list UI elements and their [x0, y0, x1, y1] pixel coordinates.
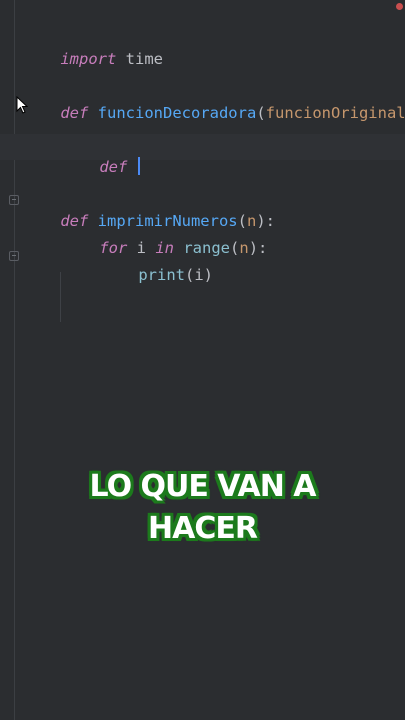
keyword-def: def	[99, 158, 128, 176]
video-caption: LO QUE VAN A HACER	[0, 466, 405, 550]
parameter-name: funcionOriginal	[265, 104, 405, 122]
error-indicator-icon[interactable]	[396, 3, 403, 10]
module-name: time	[116, 50, 163, 68]
gutter-divider	[14, 0, 15, 720]
code-editor[interactable]: import time def funcionDecoradora(funcio…	[0, 0, 405, 720]
keyword-import: import	[60, 50, 117, 68]
paren-open: (	[256, 104, 266, 122]
function-name: funcionDecoradora	[88, 104, 257, 122]
mouse-pointer-icon	[16, 96, 28, 114]
text-caret	[137, 157, 140, 175]
indent-guide	[60, 272, 61, 322]
builtin-print: print	[138, 266, 185, 284]
typing-space	[127, 158, 136, 176]
caption-line-2: HACER	[148, 511, 258, 546]
caption-line-1: LO QUE VAN A	[89, 469, 317, 504]
fold-open-icon[interactable]	[9, 195, 19, 205]
code-line-print[interactable]: print(i)	[101, 245, 213, 305]
paren-close: ):	[248, 239, 268, 257]
paren-open: (	[230, 239, 240, 257]
print-args: (i)	[185, 266, 213, 284]
parameter-name: n	[239, 239, 249, 257]
keyword-def: def	[60, 104, 89, 122]
code-line-def-decoradora[interactable]: def funcionDecoradora(funcionOriginal):	[23, 83, 405, 143]
code-line-inner-def[interactable]: def	[62, 137, 140, 197]
fold-close-icon[interactable]	[9, 251, 19, 261]
code-line-import[interactable]: import time	[23, 29, 163, 89]
